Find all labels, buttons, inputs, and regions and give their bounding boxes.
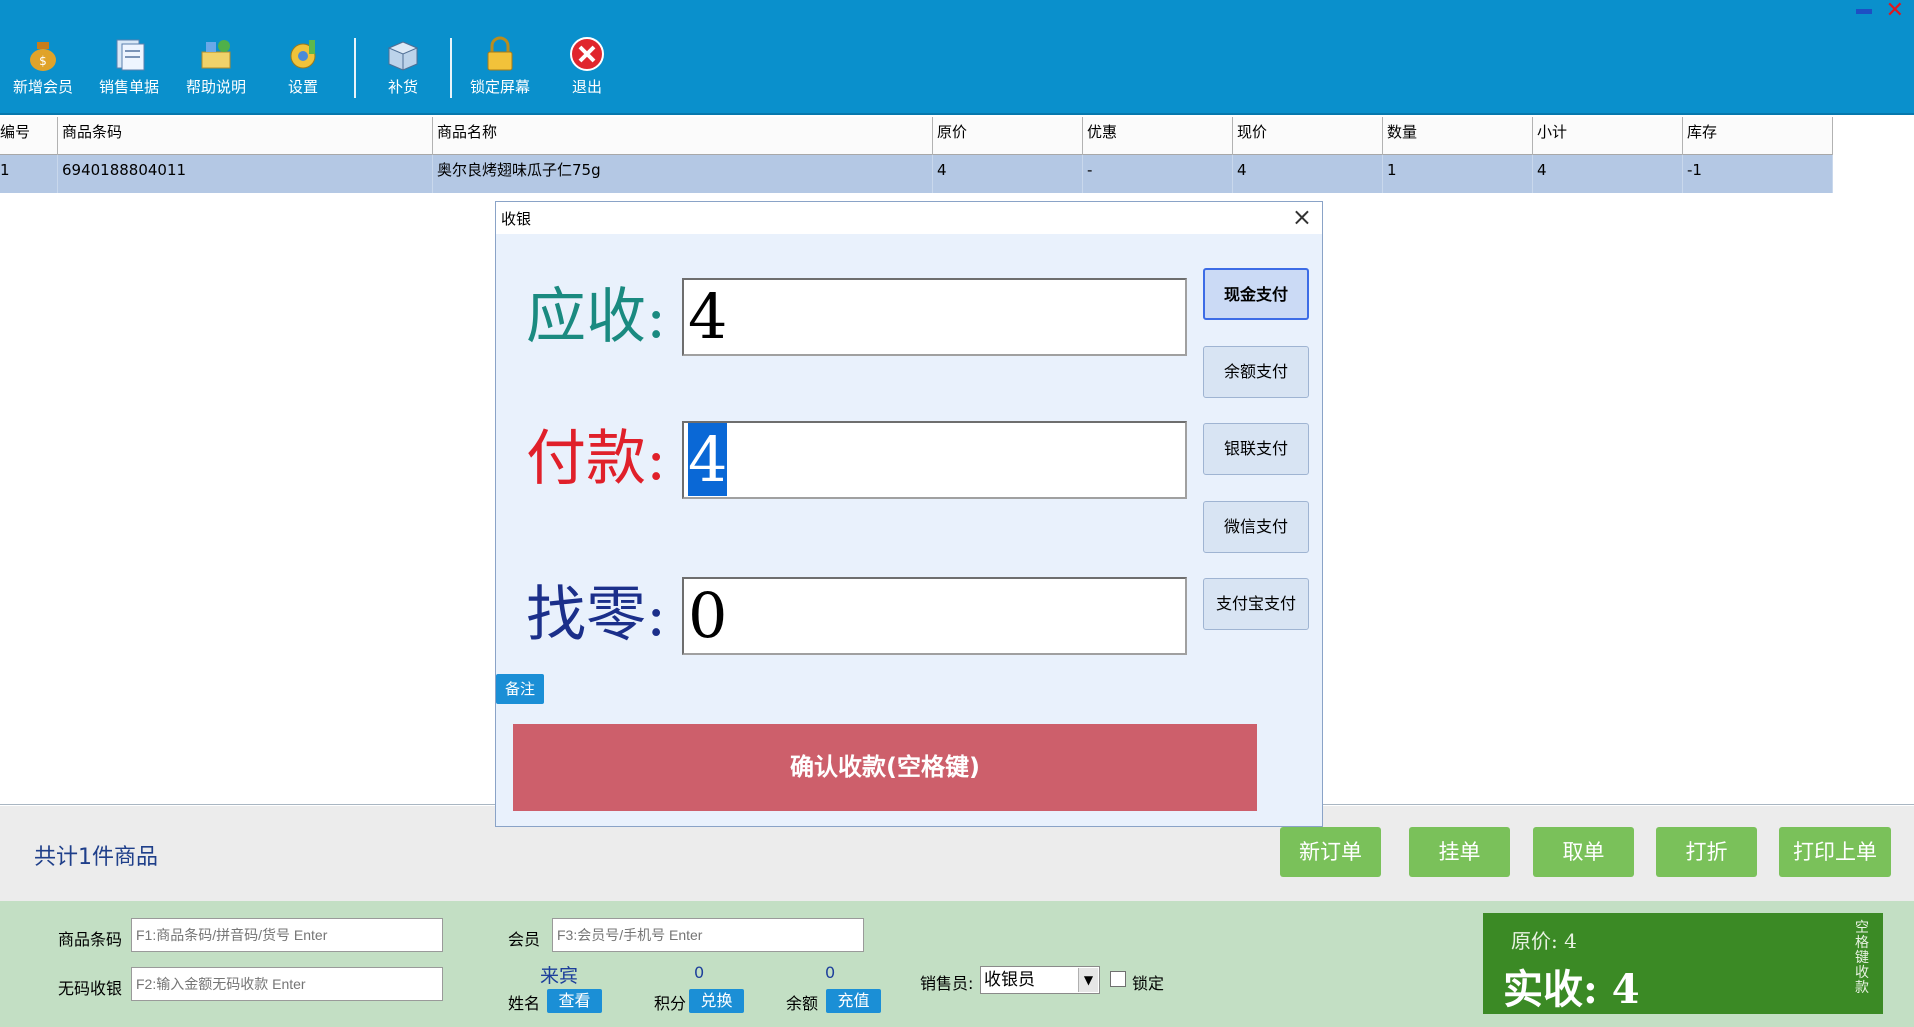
add-member-button[interactable]: $ 新增会员 [0, 34, 86, 104]
checkout-dialog: 收银 × 应收: 4 付款: 4 找零: 0 现金支付 余额支付 银联支付 微信… [495, 201, 1323, 827]
column-header[interactable]: 商品条码 [58, 117, 433, 155]
new-order-button[interactable]: 新订单 [1280, 827, 1381, 877]
lock-checkbox[interactable] [1110, 971, 1126, 987]
receivable-label: 应收: [526, 282, 667, 352]
original-price-text: 原价: 4 [1511, 929, 1577, 953]
points-value: 0 [694, 963, 705, 982]
settings-button[interactable]: 设置 [260, 34, 346, 104]
main-toolbar: $ 新增会员 销售单据 帮助说明 设置 补货 锁定屏幕 退出 ✕ [0, 0, 1914, 115]
table-cell: 4 [1233, 155, 1383, 193]
close-icon[interactable]: × [1292, 203, 1312, 231]
settings-icon [290, 40, 316, 69]
member-input[interactable] [552, 918, 864, 952]
table-cell: 4 [1533, 155, 1683, 193]
table-row[interactable]: 1 6940188804011 奥尔良烤翅味瓜子仁75g 4 - 4 1 4 -… [0, 155, 1833, 193]
table-cell: 6940188804011 [58, 155, 433, 193]
padlock-icon [487, 36, 513, 71]
sales-receipts-button[interactable]: 销售单据 [86, 34, 172, 104]
guest-name: 来宾 [540, 965, 579, 987]
balance-value: 0 [825, 963, 836, 982]
confirm-payment-button[interactable]: 确认收款(空格键) [513, 724, 1257, 811]
space-to-checkout-hint: 空格键收款 [1855, 920, 1869, 996]
actual-received-text: 实收: 4 [1503, 966, 1640, 1013]
document-icon [116, 39, 145, 71]
wechat-payment-button[interactable]: 微信支付 [1203, 501, 1309, 553]
column-header[interactable]: 现价 [1233, 117, 1383, 155]
money-bag-icon: $ [30, 42, 56, 71]
toolbar-separator [354, 38, 356, 98]
column-header[interactable]: 优惠 [1083, 117, 1233, 155]
column-header[interactable]: 数量 [1383, 117, 1533, 155]
restock-label: 补货 [387, 78, 418, 96]
change-label: 找零: [526, 580, 667, 650]
restock-button[interactable]: 补货 [360, 34, 446, 104]
column-header[interactable]: 小计 [1533, 117, 1683, 155]
column-header[interactable]: 原价 [933, 117, 1083, 155]
payment-label: 付款: [526, 424, 667, 494]
unionpay-payment-button[interactable]: 银联支付 [1203, 423, 1309, 475]
table-cell: 奥尔良烤翅味瓜子仁75g [433, 155, 933, 193]
restock-box-icon [387, 41, 419, 71]
payment-field[interactable]: 4 [682, 421, 1187, 499]
column-header[interactable]: 库存 [1683, 117, 1833, 155]
add-member-label: 新增会员 [12, 78, 73, 96]
sales-receipts-label: 销售单据 [98, 78, 159, 96]
retrieve-order-button[interactable]: 取单 [1533, 827, 1634, 877]
barcode-input[interactable] [131, 918, 443, 952]
exit-label: 退出 [571, 78, 602, 96]
help-icon [201, 40, 231, 69]
column-header[interactable]: 编号 [0, 117, 58, 155]
table-cell: 1 [0, 155, 58, 193]
view-member-button[interactable]: 查看 [547, 989, 602, 1013]
window-close-button[interactable]: ✕ [1886, 0, 1904, 23]
nocode-label: 无码收银 [58, 979, 123, 998]
help-label: 帮助说明 [185, 78, 246, 96]
table-cell: 4 [933, 155, 1083, 193]
name-label: 姓名 [508, 994, 541, 1013]
exit-button[interactable]: 退出 [544, 34, 630, 104]
dialog-title: 收银 [501, 210, 532, 228]
lock-screen-label: 锁定屏幕 [469, 78, 530, 96]
seller-select-value: 收银员 [984, 970, 1035, 990]
member-label: 会员 [508, 930, 541, 949]
seller-label: 销售员: [920, 974, 974, 993]
dialog-title-bar: 收银 × [496, 202, 1322, 234]
payment-value: 4 [688, 423, 728, 496]
discount-button[interactable]: 打折 [1656, 827, 1757, 877]
receivable-field[interactable]: 4 [682, 278, 1187, 356]
cash-payment-button[interactable]: 现金支付 [1203, 268, 1309, 320]
hold-order-button[interactable]: 挂单 [1409, 827, 1510, 877]
lock-label: 锁定 [1132, 974, 1165, 993]
chevron-down-icon[interactable]: ▼ [1078, 968, 1098, 992]
exit-icon [570, 37, 604, 71]
print-last-order-button[interactable]: 打印上单 [1779, 827, 1891, 877]
item-count-text: 共计1件商品 [34, 845, 158, 870]
lock-screen-button[interactable]: 锁定屏幕 [457, 34, 543, 104]
seller-select[interactable]: 收银员 ▼ [980, 966, 1100, 994]
window-minimize-button[interactable] [1856, 9, 1872, 14]
redeem-button[interactable]: 兑换 [689, 989, 744, 1013]
column-header[interactable]: 商品名称 [433, 117, 933, 155]
table-cell: - [1083, 155, 1233, 193]
help-button[interactable]: 帮助说明 [173, 34, 259, 104]
total-display: 原价: 4 实收: 4 空格键收款 [1483, 913, 1883, 1014]
recharge-button[interactable]: 充值 [826, 989, 881, 1013]
change-field[interactable]: 0 [682, 577, 1187, 655]
note-button[interactable]: 备注 [496, 674, 544, 704]
grid-header: 编号 商品条码 商品名称 原价 优惠 现价 数量 小计 库存 [0, 117, 1833, 155]
svg-text:$: $ [39, 54, 47, 68]
balance-label: 余额 [786, 994, 819, 1013]
points-label: 积分 [654, 994, 687, 1013]
alipay-payment-button[interactable]: 支付宝支付 [1203, 578, 1309, 630]
table-cell: 1 [1383, 155, 1533, 193]
toolbar-separator [450, 38, 452, 98]
barcode-label: 商品条码 [58, 930, 123, 949]
balance-payment-button[interactable]: 余额支付 [1203, 346, 1309, 398]
settings-label: 设置 [287, 78, 318, 96]
nocode-amount-input[interactable] [131, 967, 443, 1001]
table-cell: -1 [1683, 155, 1833, 193]
